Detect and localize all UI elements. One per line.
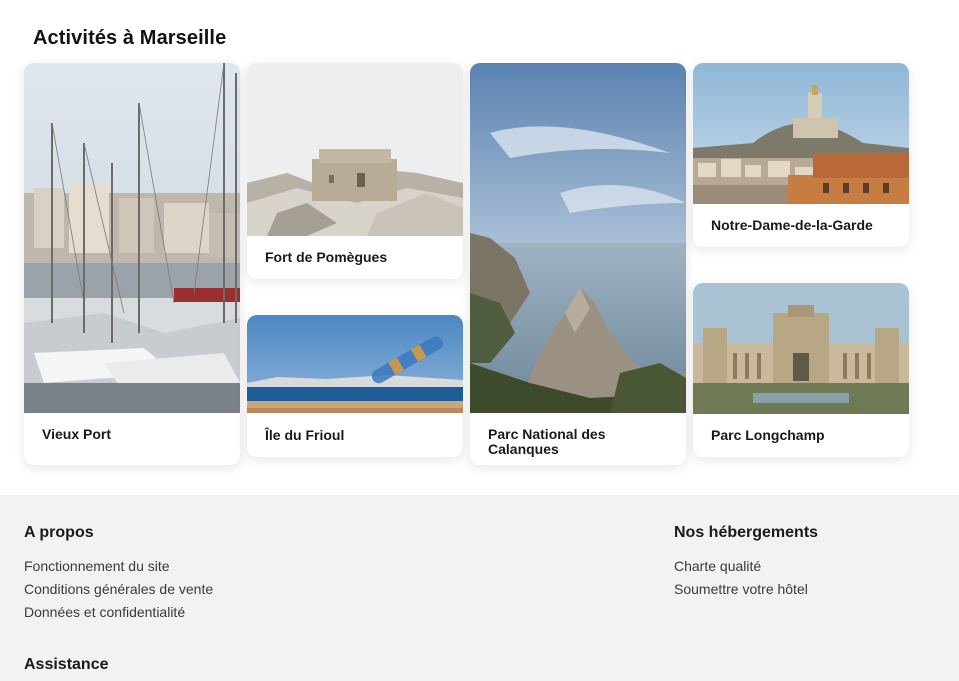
calanques-photo — [470, 63, 686, 413]
vieux-port-photo — [24, 63, 240, 413]
activity-card-notre-dame-de-la-garde[interactable]: Notre-Dame-de-la-Garde — [693, 63, 909, 247]
parc-longchamp-photo — [693, 283, 909, 414]
activity-card-parc-longchamp[interactable]: Parc Longchamp — [693, 283, 909, 457]
card-label: Fort de Pomègues — [265, 249, 388, 265]
card-label: Parc National des Calanques — [488, 426, 606, 457]
card-label: Île du Frioul — [265, 427, 345, 443]
footer-link-terms-of-sale[interactable]: Conditions générales de vente — [24, 581, 213, 597]
fort-de-pomegues-photo — [247, 63, 463, 236]
site-footer: A propos Fonctionnement du site Conditio… — [0, 495, 959, 681]
activity-card-vieux-port[interactable]: Vieux Port — [24, 63, 240, 465]
footer-about-heading: A propos — [24, 524, 94, 541]
activity-card-ile-du-frioul[interactable]: Île du Frioul — [247, 315, 463, 457]
footer-link-submit-hotel[interactable]: Soumettre votre hôtel — [674, 581, 808, 597]
notre-dame-de-la-garde-photo — [693, 63, 909, 204]
section-title: Activités à Marseille — [33, 27, 227, 49]
footer-accommodations-heading: Nos hébergements — [674, 524, 819, 541]
footer-assistance-heading: Assistance — [24, 656, 109, 673]
card-label: Notre-Dame-de-la-Garde — [711, 217, 873, 233]
activity-card-fort-de-pomegues[interactable]: Fort de Pomègues — [247, 63, 463, 279]
footer-link-privacy[interactable]: Données et confidentialité — [24, 604, 185, 620]
footer-link-site-operation[interactable]: Fonctionnement du site — [24, 558, 170, 574]
card-label: Parc Longchamp — [711, 427, 825, 443]
ile-du-frioul-photo — [247, 315, 463, 413]
card-label: Vieux Port — [42, 426, 111, 442]
footer-link-quality-charter[interactable]: Charte qualité — [674, 558, 761, 574]
activity-card-parc-national-des-calanques[interactable]: Parc National des Calanques — [470, 63, 686, 465]
